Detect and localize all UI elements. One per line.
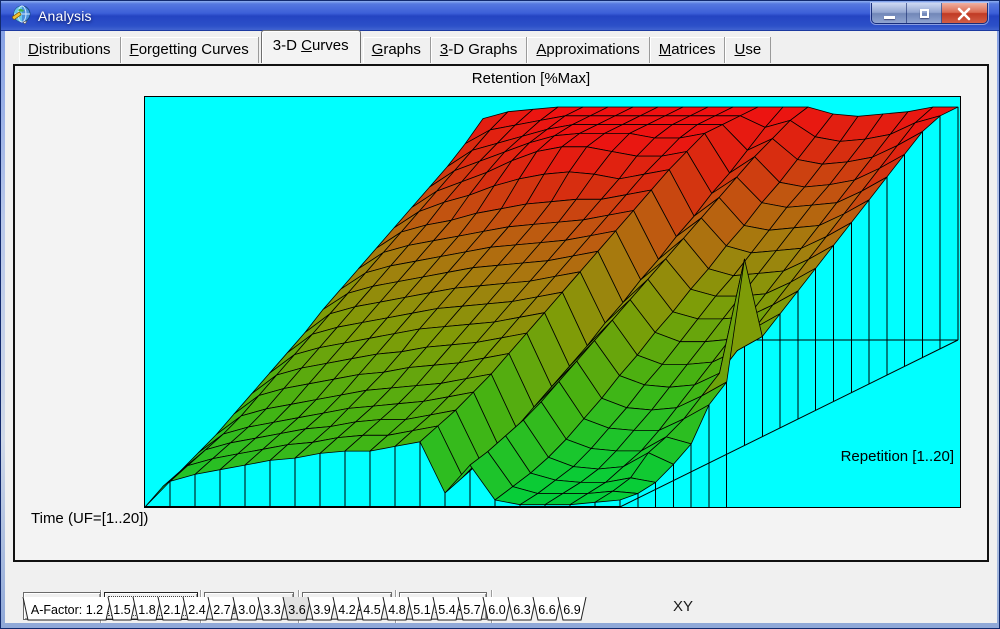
- afactor-tab-2.4[interactable]: 2.4: [183, 597, 211, 620]
- chart-title: Retention [%Max]: [75, 70, 987, 87]
- afactor-tab-3.6[interactable]: 3.6: [283, 597, 311, 620]
- afactor-tab-6.9[interactable]: 6.9: [558, 597, 586, 620]
- x-axis-label: Time (UF=[1..20]): [31, 510, 148, 527]
- afactor-tab-1.5[interactable]: 1.5: [108, 597, 136, 620]
- tab-graphs[interactable]: Graphs: [363, 37, 431, 63]
- tab-3-d-graphs[interactable]: 3-D Graphs: [431, 37, 528, 63]
- minimize-button[interactable]: [872, 3, 907, 24]
- afactor-tab-6.0[interactable]: 6.0: [483, 597, 511, 620]
- svg-text:6.6: 6.6: [538, 603, 555, 617]
- svg-text:2.4: 2.4: [188, 603, 205, 617]
- afactor-tab-5.7[interactable]: 5.7: [458, 597, 486, 620]
- plot-area: Repetition [1..20]: [144, 96, 961, 508]
- afactor-tab-4.2[interactable]: 4.2: [333, 597, 361, 620]
- tab-matrices[interactable]: Matrices: [650, 37, 726, 63]
- afactor-tab-5.1[interactable]: 5.1: [408, 597, 436, 620]
- surface-chart: [145, 97, 960, 507]
- afactor-tab-6.3[interactable]: 6.3: [508, 597, 536, 620]
- afactor-tab-4.5[interactable]: 4.5: [358, 597, 386, 620]
- title-bar: Analysis: [1, 1, 999, 31]
- chart-panel: Retention [%Max] Repetition [1..20] Time…: [13, 64, 989, 562]
- svg-text:6.9: 6.9: [563, 603, 580, 617]
- svg-text:3.9: 3.9: [313, 603, 330, 617]
- svg-text:4.5: 4.5: [363, 603, 380, 617]
- svg-text:3.6: 3.6: [288, 603, 305, 617]
- afactor-tab-2.7[interactable]: 2.7: [208, 597, 236, 620]
- maximize-icon: [920, 9, 929, 18]
- svg-text:A-Factor: 1.2: A-Factor: 1.2: [31, 603, 103, 617]
- afactor-tab-3.3[interactable]: 3.3: [258, 597, 286, 620]
- window-title: Analysis: [38, 8, 92, 24]
- y-axis-label: Repetition [1..20]: [841, 448, 954, 465]
- svg-text:1.5: 1.5: [113, 603, 130, 617]
- svg-text:1.8: 1.8: [138, 603, 155, 617]
- svg-text:6.0: 6.0: [488, 603, 505, 617]
- tab-use[interactable]: Use: [725, 37, 771, 63]
- tab-forgetting-curves[interactable]: Forgetting Curves: [121, 37, 259, 63]
- svg-text:2.1: 2.1: [163, 603, 180, 617]
- afactor-tab-5.4[interactable]: 5.4: [433, 597, 461, 620]
- afactor-tab-1.2[interactable]: A-Factor: 1.2: [23, 597, 111, 620]
- analysis-window: Analysis DistributionsForgetting Curves3…: [0, 0, 1000, 629]
- afactor-tab-2.1[interactable]: 2.1: [158, 597, 186, 620]
- svg-text:2.7: 2.7: [213, 603, 230, 617]
- svg-text:5.1: 5.1: [413, 603, 430, 617]
- afactor-tab-3.0[interactable]: 3.0: [233, 597, 261, 620]
- maximize-button[interactable]: [907, 3, 942, 24]
- svg-text:3.0: 3.0: [238, 603, 255, 617]
- minimize-icon: [884, 16, 895, 19]
- afactor-tab-1.8[interactable]: 1.8: [133, 597, 161, 620]
- close-button[interactable]: [942, 3, 987, 24]
- tab-distributions[interactable]: Distributions: [19, 37, 121, 63]
- window-controls: [871, 3, 988, 24]
- svg-text:3.3: 3.3: [263, 603, 280, 617]
- tab-3-d-curves[interactable]: 3-D Curves: [261, 30, 361, 63]
- close-icon: [956, 6, 972, 22]
- tab-bar: DistributionsForgetting Curves3-D Curves…: [19, 35, 771, 63]
- svg-text:5.7: 5.7: [463, 603, 480, 617]
- tab-approximations[interactable]: Approximations: [527, 37, 649, 63]
- svg-text:6.3: 6.3: [513, 603, 530, 617]
- afactor-tab-4.8[interactable]: 4.8: [383, 597, 411, 620]
- svg-text:4.2: 4.2: [338, 603, 355, 617]
- app-globe-icon: [10, 5, 32, 27]
- svg-text:4.8: 4.8: [388, 603, 405, 617]
- afactor-tab-3.9[interactable]: 3.9: [308, 597, 336, 620]
- afactor-tab-strip: A-Factor: 1.2 1.5 1.8 2.1 2.4 2.7 3.0 3.3 3.6 3.9…: [15, 597, 991, 624]
- client-area: DistributionsForgetting Curves3-D Curves…: [5, 31, 997, 623]
- svg-text:5.4: 5.4: [438, 603, 455, 617]
- afactor-tab-6.6[interactable]: 6.6: [533, 597, 561, 620]
